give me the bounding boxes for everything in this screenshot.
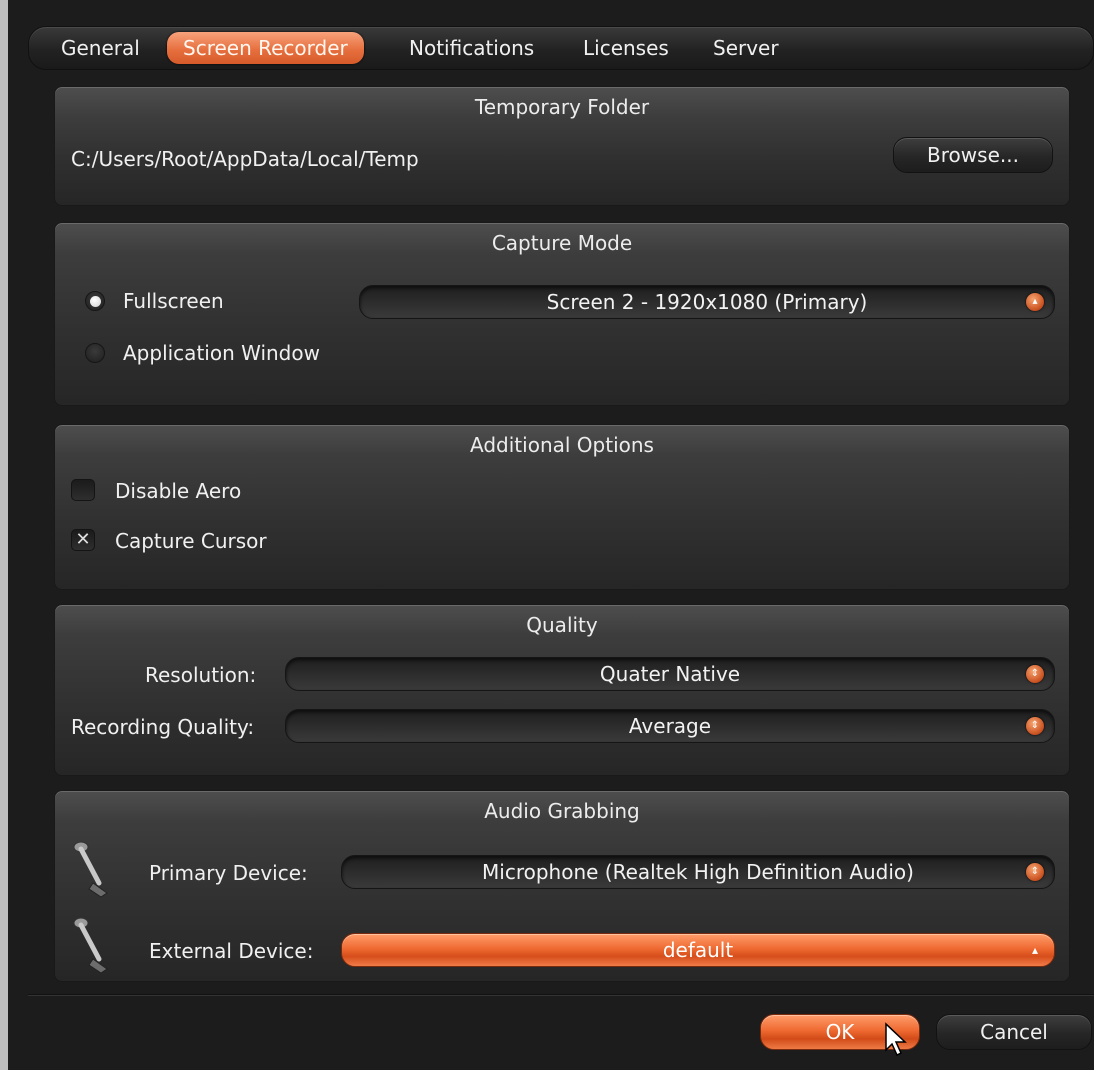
- fullscreen-radio[interactable]: [85, 291, 105, 311]
- tab-screen-recorder[interactable]: Screen Recorder: [167, 32, 364, 64]
- tab-licenses[interactable]: Licenses: [567, 32, 685, 64]
- chevron-updown-icon: ⇕: [1026, 717, 1044, 735]
- primary-device-select[interactable]: Microphone (Realtek High Definition Audi…: [341, 855, 1055, 889]
- application-window-label: Application Window: [123, 341, 320, 365]
- recording-quality-label: Recording Quality:: [71, 715, 255, 739]
- additional-options-panel: Additional Options Disable Aero ✕ Captur…: [54, 424, 1070, 590]
- resolution-label: Resolution:: [145, 663, 257, 687]
- tab-notifications[interactable]: Notifications: [393, 32, 550, 64]
- tab-bar: General Screen Recorder Notifications Li…: [28, 26, 1094, 70]
- panel-title: Temporary Folder: [474, 95, 650, 119]
- microphone-icon: [73, 841, 108, 898]
- cancel-button[interactable]: Cancel: [936, 1014, 1092, 1050]
- chevron-up-icon: ▴: [1031, 943, 1039, 957]
- screen-select[interactable]: Screen 2 - 1920x1080 (Primary) ▴: [359, 285, 1055, 319]
- disable-aero-checkbox[interactable]: [71, 479, 95, 501]
- external-device-select-value: default: [662, 938, 734, 962]
- panel-title: Quality: [526, 613, 598, 637]
- chevron-updown-icon: ⇕: [1026, 665, 1044, 683]
- external-device-label: External Device:: [149, 939, 314, 963]
- recording-quality-select[interactable]: Average ⇕: [285, 709, 1055, 743]
- primary-device-select-value: Microphone (Realtek High Definition Audi…: [482, 860, 914, 884]
- quality-panel: Quality Resolution: Quater Native ⇕ Reco…: [54, 604, 1070, 776]
- panel-title: Capture Mode: [491, 231, 633, 255]
- fullscreen-label: Fullscreen: [123, 289, 224, 313]
- temp-folder-path: C:/Users/Root/AppData/Local/Temp: [71, 147, 419, 171]
- disable-aero-label: Disable Aero: [115, 479, 242, 503]
- chevron-up-icon: ▴: [1026, 293, 1044, 311]
- audio-grabbing-panel: Audio Grabbing Primary Device: Microphon…: [54, 790, 1070, 982]
- panel-title: Additional Options: [470, 433, 654, 457]
- resolution-select-value: Quater Native: [599, 662, 741, 686]
- mouse-cursor-icon: [885, 1022, 907, 1057]
- browse-button[interactable]: Browse...: [893, 137, 1053, 173]
- tab-server[interactable]: Server: [697, 32, 795, 64]
- temporary-folder-panel: Temporary Folder C:/Users/Root/AppData/L…: [54, 86, 1070, 206]
- capture-mode-panel: Capture Mode Fullscreen Screen 2 - 1920x…: [54, 222, 1070, 406]
- microphone-icon: [73, 917, 108, 974]
- capture-cursor-checkbox[interactable]: ✕: [71, 529, 95, 551]
- chevron-updown-icon: ⇕: [1026, 863, 1044, 881]
- screen-select-value: Screen 2 - 1920x1080 (Primary): [546, 290, 868, 314]
- tab-general[interactable]: General: [45, 32, 156, 64]
- primary-device-label: Primary Device:: [149, 861, 308, 885]
- resolution-select[interactable]: Quater Native ⇕: [285, 657, 1055, 691]
- settings-dialog: General Screen Recorder Notifications Li…: [0, 0, 1094, 1070]
- footer-divider: [28, 994, 1094, 996]
- recording-quality-select-value: Average: [628, 714, 712, 738]
- application-window-radio[interactable]: [85, 343, 105, 363]
- panel-title: Audio Grabbing: [484, 799, 640, 823]
- capture-cursor-label: Capture Cursor: [115, 529, 267, 553]
- external-device-select[interactable]: default ▴: [341, 933, 1055, 967]
